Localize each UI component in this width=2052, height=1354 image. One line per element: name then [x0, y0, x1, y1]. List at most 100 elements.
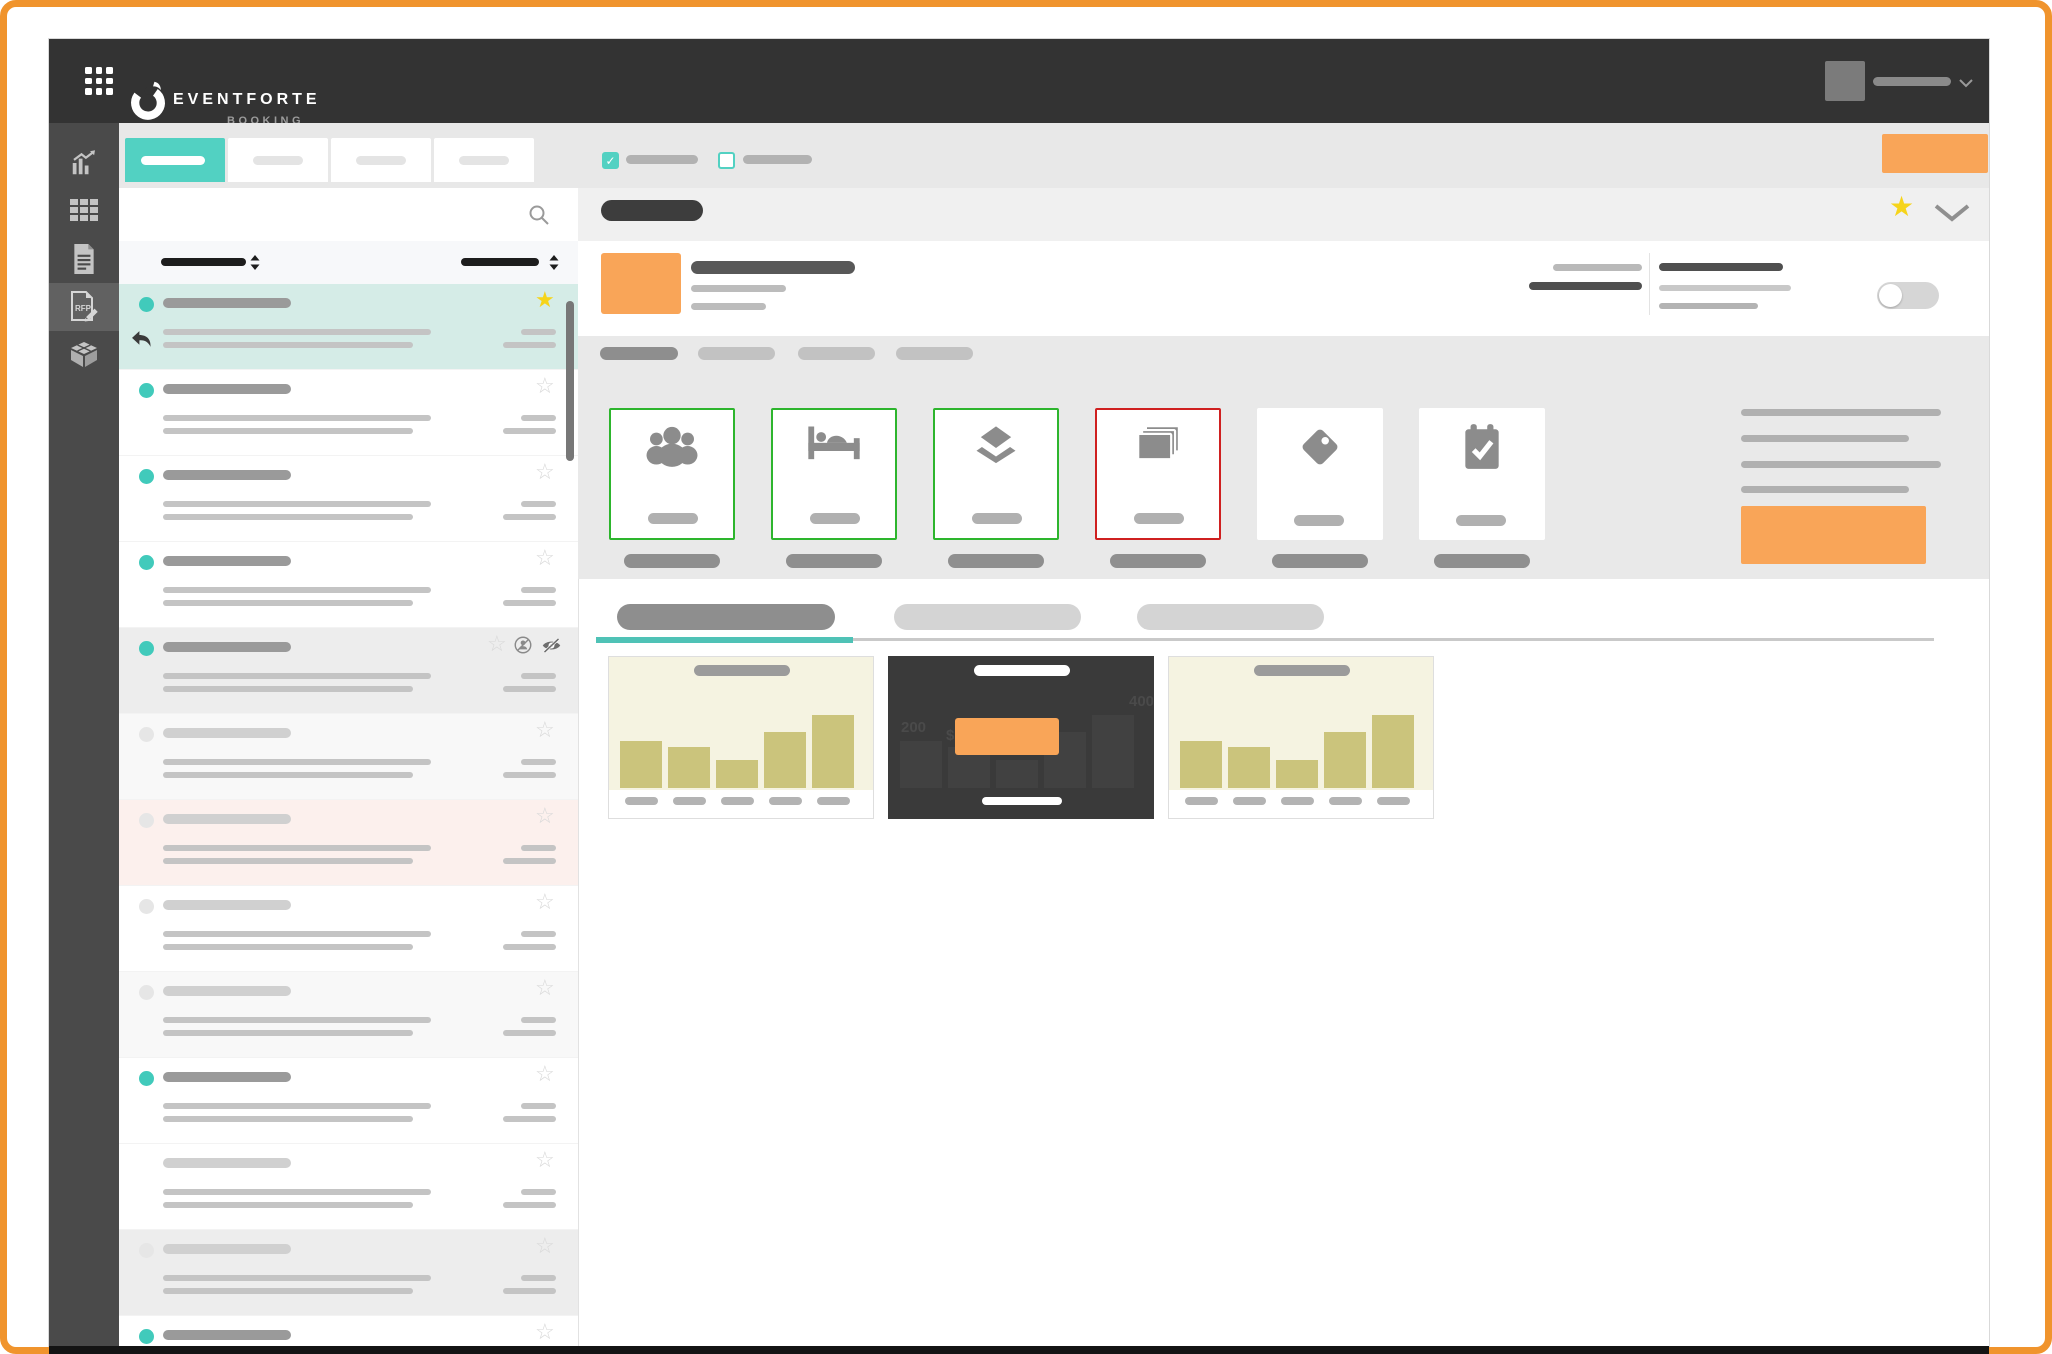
list-item[interactable]: ☆: [119, 886, 578, 972]
favorite-star-icon[interactable]: ☆: [487, 631, 507, 657]
content-tab[interactable]: [617, 604, 835, 630]
favorite-star-icon[interactable]: ☆: [535, 1147, 555, 1173]
favorite-star-icon[interactable]: ☆: [535, 1233, 555, 1259]
item-value-redacted: [503, 514, 556, 520]
list-item[interactable]: ☆: [119, 456, 578, 542]
chart-bar: [620, 741, 662, 788]
divider: [1649, 253, 1650, 315]
filter-checkbox-2[interactable]: ✓: [718, 152, 735, 169]
list-item[interactable]: ☆: [119, 1058, 578, 1144]
list-scrollbar[interactable]: [566, 301, 574, 461]
chart-bar: [1180, 741, 1222, 788]
sidebar-item-table[interactable]: [49, 187, 119, 235]
item-value-redacted: [521, 759, 556, 765]
quick-tab[interactable]: [798, 347, 875, 360]
chart-thumbnail[interactable]: [1168, 656, 1434, 819]
column-header-redacted: [161, 258, 246, 266]
item-value-redacted: [503, 428, 556, 434]
axis-label-redacted: [817, 797, 850, 805]
category-card[interactable]: [933, 408, 1059, 540]
user-name-redacted: [1873, 77, 1951, 86]
list-panel-tab[interactable]: [434, 138, 534, 182]
chart-title-redacted: [974, 665, 1070, 676]
favorite-star-icon[interactable]: ☆: [535, 975, 555, 1001]
list-rows: ★ ☆: [119, 284, 578, 1354]
category-card[interactable]: [1095, 408, 1221, 540]
sidebar-item-rfp[interactable]: RFP: [49, 283, 119, 331]
status-dot: [139, 555, 154, 570]
list-panel-tab[interactable]: [228, 138, 328, 182]
sort-icon[interactable]: [549, 255, 559, 275]
chart-title-redacted: [694, 665, 790, 676]
list-item[interactable]: ☆: [119, 714, 578, 800]
item-title-redacted: [163, 470, 291, 480]
meta-line-redacted: [1553, 264, 1642, 271]
axis-label-redacted: [721, 797, 754, 805]
search-input[interactable]: [119, 188, 578, 242]
favorite-star-icon[interactable]: ☆: [535, 717, 555, 743]
list-item[interactable]: ☆: [119, 1230, 578, 1316]
status-dot: [139, 985, 154, 1000]
content-tab[interactable]: [894, 604, 1081, 630]
category-card[interactable]: [609, 408, 735, 540]
favorite-star-icon[interactable]: ☆: [535, 889, 555, 915]
list-item[interactable]: ☆: [119, 628, 578, 714]
sidebar-item-documents[interactable]: [49, 235, 119, 283]
favorite-star-icon[interactable]: ☆: [535, 459, 555, 485]
favorite-star-icon[interactable]: ☆: [535, 1319, 555, 1345]
favorite-star-icon[interactable]: ☆: [535, 1061, 555, 1087]
category-card[interactable]: [771, 408, 897, 540]
list-item[interactable]: ☆: [119, 972, 578, 1058]
sidebar-item-analytics[interactable]: [49, 139, 119, 187]
list-panel-tab[interactable]: [125, 138, 225, 182]
list-item[interactable]: ★: [119, 284, 578, 370]
quick-tab[interactable]: [896, 347, 973, 360]
favorite-star-icon[interactable]: ☆: [535, 373, 555, 399]
category-card[interactable]: [1257, 408, 1383, 540]
list-panel-tab[interactable]: [331, 138, 431, 182]
quick-tab[interactable]: [600, 347, 678, 360]
toggle-switch[interactable]: [1877, 282, 1939, 309]
venue-avatar[interactable]: [601, 253, 681, 314]
item-value-redacted: [503, 342, 556, 348]
chart-thumbnail[interactable]: [608, 656, 874, 819]
category-label-redacted: [648, 513, 698, 524]
eye-slash-icon[interactable]: [541, 637, 562, 659]
favorite-star-icon[interactable]: ☆: [535, 545, 555, 571]
sort-icon[interactable]: [250, 255, 260, 275]
star-icon[interactable]: ★: [1889, 190, 1914, 223]
item-line-redacted: [163, 931, 431, 937]
status-dot: [139, 813, 154, 828]
top-bar: EVENTFORTE BOOKING: [49, 39, 1989, 123]
content-tab[interactable]: [1137, 604, 1324, 630]
list-item[interactable]: ☆: [119, 370, 578, 456]
user-avatar[interactable]: [1825, 61, 1865, 101]
chart-thumbnail-hovered[interactable]: 200 $ 400: [888, 656, 1154, 819]
category-caption-redacted: [624, 554, 720, 568]
eventforte-logo-icon[interactable]: [129, 79, 167, 123]
chart-bar: [1324, 732, 1366, 788]
reply-arrow-icon[interactable]: [131, 330, 152, 354]
item-line-redacted: [163, 1103, 431, 1109]
list-item[interactable]: ☆: [119, 800, 578, 886]
list-item[interactable]: ☆: [119, 1144, 578, 1230]
category-caption-redacted: [786, 554, 882, 568]
chevron-down-icon[interactable]: [1959, 75, 1973, 93]
item-value-redacted: [503, 686, 556, 692]
list-item[interactable]: ☆: [119, 542, 578, 628]
filter-checkbox-1[interactable]: ✓: [602, 152, 619, 169]
app-grid-icon[interactable]: [85, 67, 113, 95]
band-action-button[interactable]: [1741, 506, 1926, 564]
thumbnail-action-button[interactable]: [955, 718, 1059, 755]
primary-action-button[interactable]: [1882, 134, 1988, 173]
chevron-down-icon[interactable]: [1934, 204, 1970, 227]
chart-bar: [1276, 760, 1318, 788]
axis-label-redacted: [1377, 797, 1410, 805]
category-card[interactable]: [1419, 408, 1545, 540]
sidebar-item-packages[interactable]: [49, 331, 119, 379]
user-slash-icon[interactable]: [514, 636, 532, 659]
favorite-star-icon[interactable]: ☆: [535, 803, 555, 829]
quick-tab[interactable]: [698, 347, 775, 360]
favorite-star-icon[interactable]: ★: [535, 287, 555, 313]
table-icon: [70, 199, 98, 223]
